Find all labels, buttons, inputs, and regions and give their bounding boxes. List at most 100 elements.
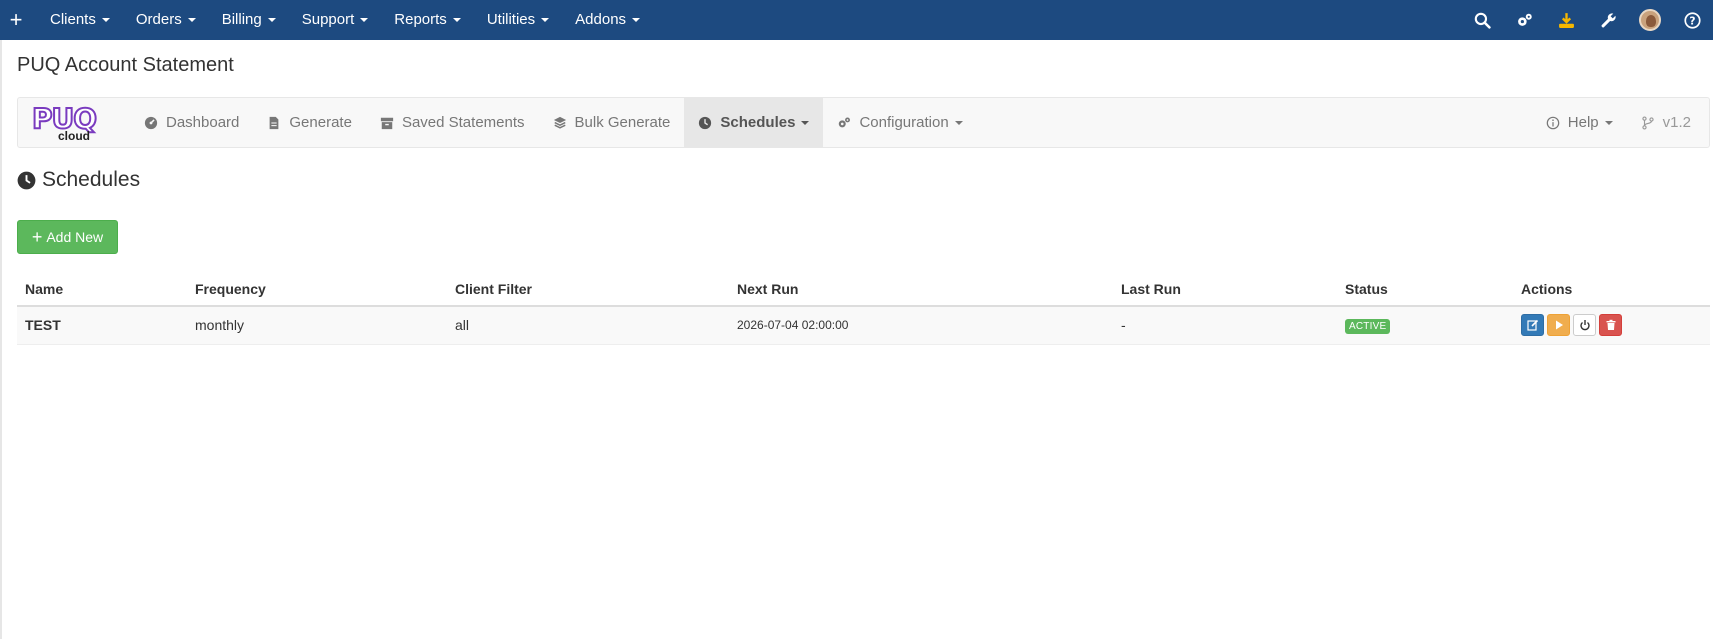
row-actions	[1521, 314, 1702, 337]
nav-dashboard[interactable]: Dashboard	[130, 98, 253, 147]
column-header: Actions	[1513, 272, 1710, 307]
column-header[interactable]: Status	[1337, 272, 1513, 307]
add-new-label: Add New	[46, 229, 104, 245]
search-icon[interactable]	[1461, 0, 1503, 40]
column-header[interactable]: Frequency	[187, 272, 447, 307]
section-heading: Schedules	[17, 168, 140, 192]
nav-label: Help	[1567, 114, 1599, 131]
schedules-table: Name Frequency Client Filter Next Run La…	[17, 272, 1710, 345]
nav-help[interactable]: Help	[1532, 98, 1627, 147]
download-icon[interactable]	[1545, 0, 1587, 40]
column-header[interactable]: Client Filter	[447, 272, 729, 307]
schedule-next-run: 2026-07-04 02:00:00	[729, 306, 1113, 345]
info-icon	[1546, 116, 1560, 129]
left-border	[0, 40, 2, 639]
nav-label: Bulk Generate	[574, 114, 671, 131]
main-menu: Clients Orders Billing Support Reports U…	[38, 0, 654, 40]
schedule-name: TEST	[17, 306, 187, 345]
logo-subtext: cloud	[58, 129, 90, 143]
nav-label: Dashboard	[166, 114, 240, 131]
nav-label: Generate	[289, 114, 352, 131]
menu-label: Utilities	[486, 11, 536, 28]
dashboard-icon	[144, 116, 158, 129]
menu-label: Orders	[135, 11, 182, 28]
svg-text:?: ?	[1689, 14, 1695, 27]
avatar[interactable]	[1629, 0, 1671, 40]
actions-cell	[1513, 306, 1710, 345]
archive-icon	[380, 117, 394, 129]
column-header[interactable]: Last Run	[1113, 272, 1337, 307]
module-nav-right: Help v1.2	[1532, 98, 1709, 147]
nav-version[interactable]: v1.2	[1627, 98, 1709, 147]
caret-down-icon	[541, 18, 550, 22]
help-icon[interactable]: ?	[1671, 0, 1713, 40]
page-title: PUQ Account Statement	[17, 54, 234, 76]
table-row: TEST monthly all 2026-07-04 02:00:00 - A…	[17, 306, 1710, 345]
clock-icon	[17, 171, 36, 189]
nav-generate[interactable]: Generate	[253, 98, 366, 147]
caret-down-icon	[954, 120, 963, 125]
menu-clients[interactable]: Clients	[38, 0, 124, 40]
section-title: Schedules	[42, 168, 141, 191]
menu-label: Reports	[394, 11, 447, 28]
edit-icon	[1526, 320, 1538, 331]
schedule-client-filter: all	[447, 306, 729, 345]
module-navbar: PUQ cloud Dashboard Generate Saved State…	[17, 97, 1710, 148]
menu-orders[interactable]: Orders	[124, 0, 210, 40]
menu-label: Support	[301, 11, 355, 28]
menu-reports[interactable]: Reports	[382, 0, 475, 40]
version-label: v1.2	[1662, 114, 1691, 131]
avatar-image	[1639, 9, 1661, 31]
nav-configuration[interactable]: Configuration	[823, 98, 976, 147]
nav-label: Configuration	[859, 114, 949, 131]
caret-down-icon	[801, 120, 810, 125]
schedule-last-run: -	[1113, 306, 1337, 345]
menu-label: Clients	[50, 11, 96, 28]
delete-button[interactable]	[1599, 314, 1622, 337]
caret-down-icon	[360, 18, 369, 22]
edit-button[interactable]	[1521, 314, 1544, 337]
status-cell: ACTIVE	[1337, 306, 1513, 345]
schedule-frequency: monthly	[187, 306, 447, 345]
caret-down-icon	[187, 18, 196, 22]
puq-logo[interactable]: PUQ cloud	[31, 104, 104, 144]
nav-saved-statements[interactable]: Saved Statements	[366, 98, 539, 147]
column-header[interactable]: Name	[17, 272, 187, 307]
power-icon	[1579, 320, 1590, 331]
menu-support[interactable]: Support	[290, 0, 383, 40]
column-header[interactable]: Next Run	[729, 272, 1113, 307]
menu-addons[interactable]: Addons	[563, 0, 654, 40]
run-now-button[interactable]	[1547, 314, 1570, 337]
caret-down-icon	[452, 18, 461, 22]
table-header-row: Name Frequency Client Filter Next Run La…	[17, 272, 1710, 307]
menu-utilities[interactable]: Utilities	[475, 0, 563, 40]
trash-icon	[1606, 320, 1615, 331]
nav-label: Schedules	[720, 114, 796, 131]
branch-icon	[1641, 115, 1654, 130]
layers-icon	[553, 116, 566, 129]
plus-icon[interactable]: +	[0, 0, 32, 40]
topbar-actions: ?	[1461, 0, 1713, 40]
nav-label: Saved Statements	[401, 114, 525, 131]
clock-icon	[699, 116, 712, 129]
top-navbar: + Clients Orders Billing Support Reports…	[0, 0, 1713, 40]
plus-icon: +	[31, 227, 43, 247]
module-nav-items: Dashboard Generate Saved Statements Bulk…	[130, 98, 977, 147]
nav-schedules[interactable]: Schedules	[684, 98, 824, 147]
nav-bulk-generate[interactable]: Bulk Generate	[539, 98, 685, 147]
menu-label: Billing	[221, 11, 262, 28]
wrench-icon[interactable]	[1587, 0, 1629, 40]
toggle-status-button[interactable]	[1573, 314, 1596, 337]
caret-down-icon	[632, 18, 641, 22]
gears-icon	[839, 116, 851, 127]
status-badge: ACTIVE	[1345, 319, 1391, 335]
file-icon	[270, 116, 279, 129]
add-new-button[interactable]: + Add New	[17, 220, 118, 254]
play-icon	[1555, 320, 1563, 330]
caret-down-icon	[101, 18, 110, 22]
caret-down-icon	[1604, 120, 1613, 125]
menu-billing[interactable]: Billing	[210, 0, 290, 40]
gears-icon[interactable]	[1503, 0, 1545, 40]
caret-down-icon	[267, 18, 276, 22]
menu-label: Addons	[575, 11, 627, 28]
